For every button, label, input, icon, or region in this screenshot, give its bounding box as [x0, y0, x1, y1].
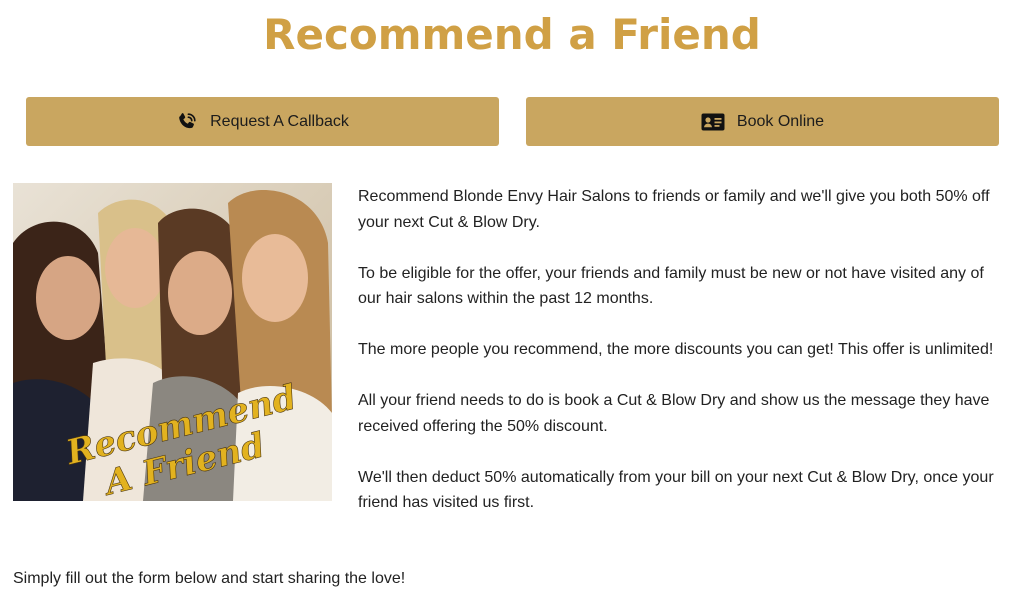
paragraph: All your friend needs to do is book a Cu…	[358, 392, 990, 435]
form-intro-text: Simply fill out the form below and start…	[13, 570, 406, 587]
recommend-friend-image: Recommend A Friend	[13, 183, 332, 501]
book-online-button[interactable]: Book Online	[526, 97, 999, 146]
request-callback-label: Request A Callback	[210, 112, 349, 130]
id-card-icon	[701, 112, 725, 132]
paragraph: Recommend Blonde Envy Hair Salons to fri…	[358, 188, 990, 231]
phone-icon	[176, 111, 198, 133]
paragraph: To be eligible for the offer, your frien…	[358, 264, 984, 308]
paragraph: We'll then deduct 50% automatically from…	[358, 468, 994, 512]
request-callback-button[interactable]: Request A Callback	[26, 97, 499, 146]
page-title: Recommend a Friend	[263, 10, 761, 59]
offer-description: Recommend Blonde Envy Hair Salons to fri…	[358, 184, 1008, 541]
paragraph: The more people you recommend, the more …	[358, 341, 994, 358]
book-online-label: Book Online	[736, 112, 825, 130]
